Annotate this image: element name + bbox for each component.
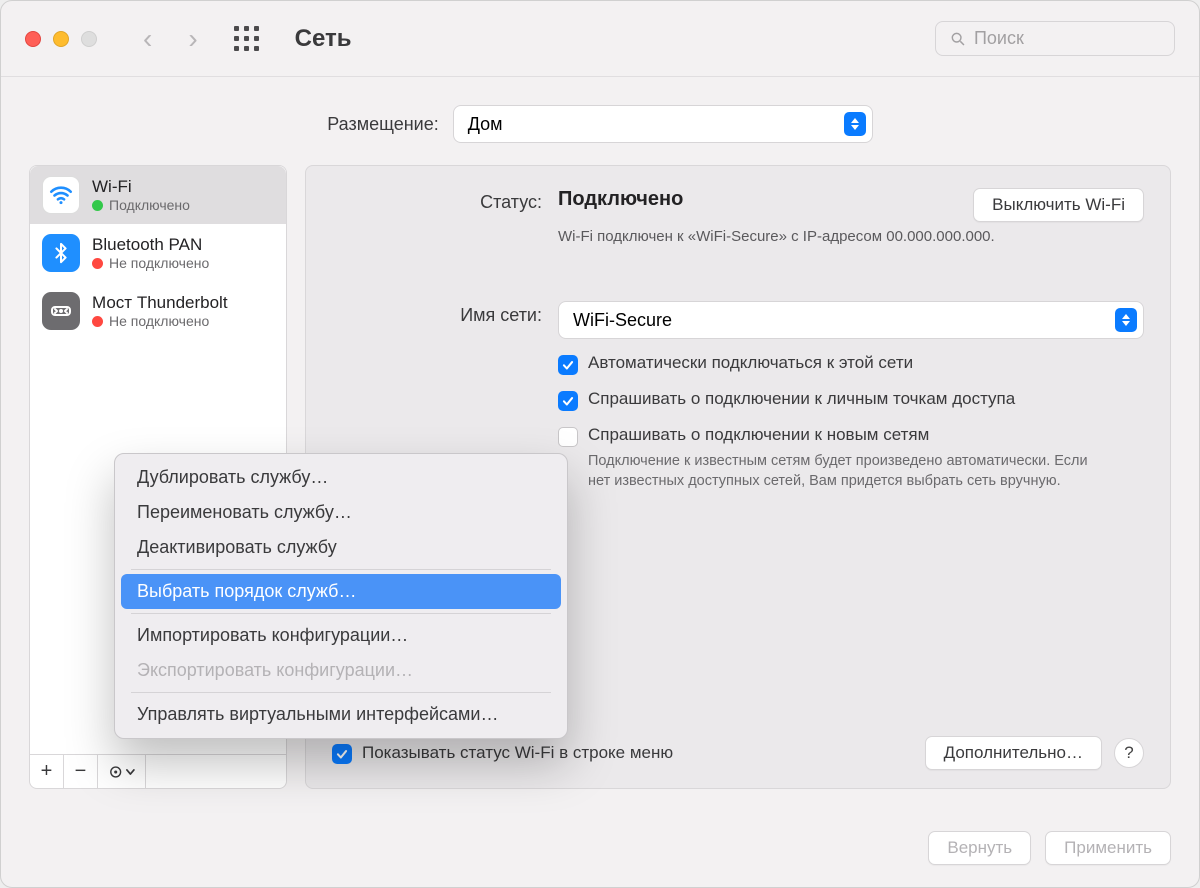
location-row: Размещение: Дом — [1, 77, 1199, 165]
service-name: Wi-Fi — [92, 177, 190, 197]
thunderbolt-bridge-icon — [42, 292, 80, 330]
window-controls — [25, 31, 97, 47]
remove-service-button[interactable]: − — [64, 755, 98, 788]
location-label: Размещение: — [327, 114, 438, 135]
menu-item-deactivate-service[interactable]: Деактивировать службу — [121, 530, 561, 565]
help-button[interactable]: ? — [1114, 738, 1144, 768]
window-title: Сеть — [295, 25, 352, 53]
status-dot-icon — [92, 258, 103, 269]
search-icon — [950, 30, 966, 48]
checkbox-auto-join[interactable]: Автоматически подключаться к этой сети — [558, 353, 1144, 375]
service-item-bluetooth[interactable]: Bluetooth PAN Не подключено — [30, 224, 286, 282]
checkbox-icon — [558, 427, 578, 447]
network-name-select[interactable]: WiFi-Secure — [558, 301, 1144, 339]
service-actions-context-menu: Дублировать службу… Переименовать службу… — [114, 453, 568, 739]
checkbox-icon — [558, 355, 578, 375]
menu-separator — [131, 569, 551, 570]
advanced-button[interactable]: Дополнительно… — [925, 736, 1102, 770]
titlebar: ‹ › Сеть — [1, 1, 1199, 77]
add-service-button[interactable]: + — [30, 755, 64, 788]
service-item-wifi[interactable]: Wi-Fi Подключено — [30, 166, 286, 224]
service-actions-menu-button[interactable] — [98, 755, 146, 788]
checkbox-icon — [558, 391, 578, 411]
menu-item-export-configurations: Экспортировать конфигурации… — [121, 653, 561, 688]
menu-item-duplicate-service[interactable]: Дублировать службу… — [121, 460, 561, 495]
select-arrows-icon — [1115, 308, 1137, 332]
close-window-button[interactable] — [25, 31, 41, 47]
checkbox-label: Спрашивать о подключении к личным точкам… — [588, 389, 1015, 409]
preferences-window: ‹ › Сеть Размещение: Дом Wi-Fi — [0, 0, 1200, 888]
checkbox-label: Автоматически подключаться к этой сети — [588, 353, 913, 373]
status-value: Подключено — [558, 188, 683, 211]
nav-arrows: ‹ › — [143, 25, 198, 53]
service-status: Не подключено — [92, 313, 228, 329]
service-status: Не подключено — [92, 255, 209, 271]
service-name: Мост Thunderbolt — [92, 293, 228, 313]
status-label: Статус: — [332, 188, 542, 245]
checkbox-ask-new-networks[interactable]: Спрашивать о подключении к новым сетям П… — [558, 425, 1144, 492]
back-button[interactable]: ‹ — [143, 25, 152, 53]
checkbox-description: Подключение к известным сетям будет прои… — [588, 451, 1108, 492]
apply-button[interactable]: Применить — [1045, 831, 1171, 865]
menu-item-rename-service[interactable]: Переименовать службу… — [121, 495, 561, 530]
checkbox-ask-hotspot[interactable]: Спрашивать о подключении к личным точкам… — [558, 389, 1144, 411]
service-name: Bluetooth PAN — [92, 235, 209, 255]
toggle-wifi-button[interactable]: Выключить Wi-Fi — [973, 188, 1144, 222]
zoom-window-button — [81, 31, 97, 47]
window-footer: Вернуть Применить — [928, 831, 1171, 865]
location-select[interactable]: Дом — [453, 105, 873, 143]
menu-item-set-service-order[interactable]: Выбрать порядок служб… — [121, 574, 561, 609]
bluetooth-icon — [42, 234, 80, 272]
wifi-icon — [42, 176, 80, 214]
location-value: Дом — [468, 114, 503, 135]
minimize-window-button[interactable] — [53, 31, 69, 47]
gear-dropdown-icon — [108, 763, 136, 781]
sidebar-footer: + − — [30, 754, 286, 788]
forward-button: › — [188, 25, 197, 53]
revert-button[interactable]: Вернуть — [928, 831, 1031, 865]
checkbox-label: Спрашивать о подключении к новым сетям — [588, 425, 1108, 445]
service-item-thunderbolt[interactable]: Мост Thunderbolt Не подключено — [30, 282, 286, 340]
checkbox-icon — [332, 744, 352, 764]
search-input[interactable] — [974, 28, 1160, 49]
show-all-prefs-button[interactable] — [234, 26, 259, 51]
menu-separator — [131, 613, 551, 614]
checkbox-show-in-menubar[interactable]: Показывать статус Wi-Fi в строке меню — [332, 742, 913, 764]
menu-item-import-configurations[interactable]: Импортировать конфигурации… — [121, 618, 561, 653]
service-status: Подключено — [92, 197, 190, 213]
select-arrows-icon — [844, 112, 866, 136]
status-detail: Wi-Fi подключен к «WiFi-Secure» с IP-адр… — [558, 228, 1144, 245]
panel-footer: Показывать статус Wi-Fi в строке меню До… — [332, 736, 1144, 770]
checkbox-label: Показывать статус Wi-Fi в строке меню — [362, 743, 673, 763]
menu-item-manage-virtual-interfaces[interactable]: Управлять виртуальными интерфейсами… — [121, 697, 561, 732]
network-name-value: WiFi-Secure — [573, 310, 672, 331]
menu-separator — [131, 692, 551, 693]
status-dot-icon — [92, 316, 103, 327]
status-dot-icon — [92, 200, 103, 211]
search-field[interactable] — [935, 21, 1175, 56]
